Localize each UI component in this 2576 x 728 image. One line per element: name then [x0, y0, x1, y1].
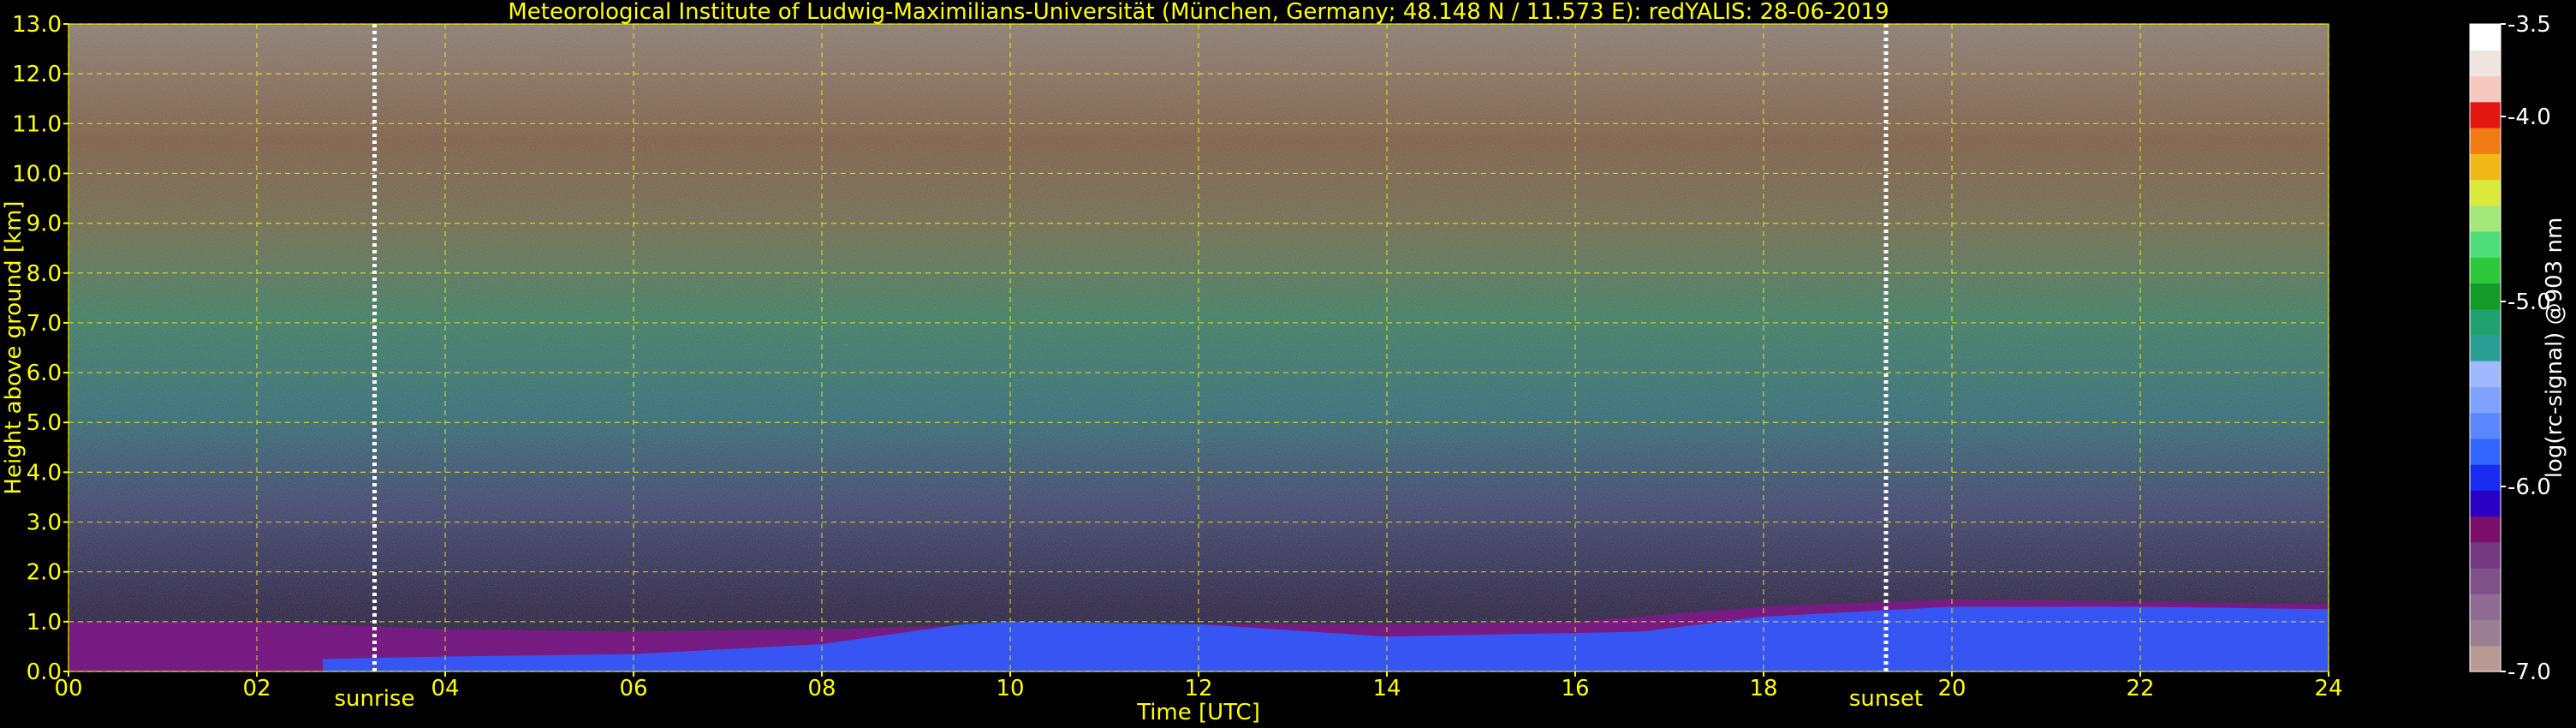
x-tick-label: 02 [242, 676, 271, 701]
colorbar-tick-label: -3.5 [2508, 12, 2551, 38]
x-tick-label: 08 [807, 676, 836, 701]
y-tick-label: 6.0 [27, 361, 62, 386]
x-tick-label: 12 [1184, 676, 1212, 701]
colorbar-segment [2470, 541, 2501, 569]
y-tick-label: 4.0 [27, 460, 62, 486]
y-tick-label: 3.0 [27, 510, 62, 536]
y-tick-label: 8.0 [27, 261, 62, 287]
colorbar-segment [2470, 101, 2501, 128]
colorbar-segment [2470, 24, 2501, 51]
x-tick-label: 22 [2126, 676, 2154, 701]
x-tick-label: 20 [1937, 676, 1966, 701]
y-tick-label: 12.0 [12, 62, 62, 87]
colorbar-segment [2470, 619, 2501, 647]
colorbar-segment [2470, 594, 2501, 621]
y-tick-label: 2.0 [27, 560, 62, 586]
y-tick-label: 1.0 [27, 610, 62, 636]
colorbar-tick-label: -4.0 [2508, 104, 2551, 130]
y-tick-label: 7.0 [27, 311, 62, 337]
colorbar-segment [2470, 283, 2501, 310]
x-axis-label: Time [UTC] [1136, 700, 1260, 725]
colorbar-tick-label: -7.0 [2508, 659, 2551, 685]
colorbar-segment [2470, 490, 2501, 517]
colorbar-segment [2470, 386, 2501, 414]
sunset-label: sunset [1849, 686, 1923, 712]
colorbar-segment [2470, 334, 2501, 361]
colorbar-segment [2470, 257, 2501, 283]
x-tick-label: 14 [1372, 676, 1401, 701]
x-tick-label: 06 [619, 676, 647, 701]
colorbar-segment [2470, 127, 2501, 154]
colorbar-segment [2470, 179, 2501, 206]
y-tick-label: 10.0 [12, 161, 62, 187]
colorbar-label: log(rc-signal) @903 nm [2542, 218, 2567, 479]
x-tick-label: 18 [1749, 676, 1777, 701]
colorbar-segment [2470, 308, 2501, 336]
colorbar-segment [2470, 153, 2501, 181]
y-tick-label: 13.0 [12, 12, 62, 38]
lidar-chart: sunrise sunset 00 02 04 06 08 10 12 14 16 18 20 22 24… [1, 0, 2567, 725]
chart-title: Meteorological Institute of Ludwig-Maxim… [508, 0, 1889, 25]
x-tick-label: 16 [1561, 676, 1589, 701]
colorbar-segment [2470, 516, 2501, 543]
colorbar-segment [2470, 230, 2501, 258]
colorbar-segment [2470, 645, 2501, 672]
colorbar-segment [2470, 361, 2501, 387]
y-tick-label: 5.0 [27, 410, 62, 436]
x-tick-label: 04 [431, 676, 459, 701]
colorbar-segment [2470, 205, 2501, 232]
colorbar-segment [2470, 464, 2501, 491]
x-tick-label: 10 [996, 676, 1024, 701]
y-tick-label: 0.0 [27, 659, 62, 685]
colorbar-segment [2470, 438, 2501, 465]
y-tick-label: 9.0 [27, 212, 62, 237]
colorbar-segment [2470, 568, 2501, 594]
colorbar-segment [2470, 50, 2501, 77]
y-tick-label: 11.0 [12, 111, 62, 137]
colorbar-segment [2470, 75, 2501, 103]
colorbar-segment [2470, 412, 2501, 439]
sunrise-label: sunrise [335, 686, 415, 712]
y-axis-label: Height above ground [km] [1, 200, 27, 494]
x-tick-label: 24 [2314, 676, 2342, 701]
